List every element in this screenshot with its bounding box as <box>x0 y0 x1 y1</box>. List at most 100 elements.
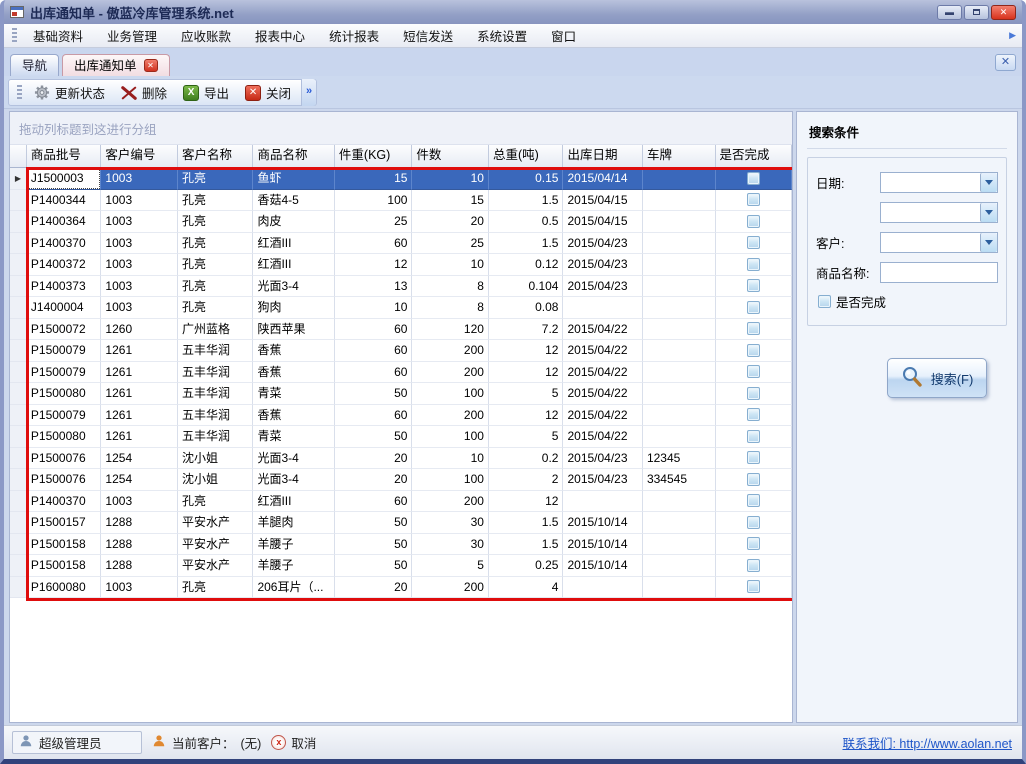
menu-item-business[interactable]: 业务管理 <box>95 23 169 48</box>
chevron-down-icon[interactable] <box>980 203 997 222</box>
date-to-combo[interactable] <box>880 202 998 223</box>
export-button[interactable]: X 导出 <box>175 80 237 105</box>
column-header-unit-weight[interactable]: 件重(KG) <box>335 145 413 168</box>
row-done-checkbox[interactable] <box>747 215 760 228</box>
product-name-input[interactable] <box>880 262 998 283</box>
chevron-down-icon[interactable] <box>980 233 997 252</box>
table-row[interactable]: P14003701003孔亮红酒III60251.52015/04/23 <box>10 233 792 255</box>
tab-close-icon[interactable]: ✕ <box>144 59 158 72</box>
menu-item-base-data[interactable]: 基础资料 <box>21 23 95 48</box>
close-tab-button[interactable]: ✕ 关闭 <box>237 80 299 105</box>
table-cell: P1500079 <box>27 340 102 362</box>
toolbar-grip[interactable] <box>17 85 22 100</box>
table-row[interactable]: ▶J15000031003孔亮鱼虾15100.152015/04/14 <box>10 168 792 190</box>
table-row[interactable]: P15000791261五丰华润香蕉60200122015/04/22 <box>10 362 792 384</box>
cancel-customer-button[interactable]: x 取消 <box>271 733 316 752</box>
row-done-checkbox[interactable] <box>747 430 760 443</box>
row-done-checkbox[interactable] <box>747 279 760 292</box>
update-status-button[interactable]: 更新状态 <box>26 80 113 105</box>
contact-us-link[interactable]: 联系我们: http://www.aolan.net <box>842 733 1012 752</box>
table-cell: 25 <box>412 233 489 255</box>
table-row[interactable]: P15000761254沈小姐光面3-420100.22015/04/23123… <box>10 448 792 470</box>
table-cell: P1500079 <box>27 405 102 427</box>
tabstrip-close-icon[interactable]: ✕ <box>995 54 1016 71</box>
table-row[interactable]: P15000761254沈小姐光面3-42010022015/04/233345… <box>10 469 792 491</box>
menu-item-report-center[interactable]: 报表中心 <box>243 23 317 48</box>
table-row[interactable]: P14003701003孔亮红酒III6020012 <box>10 491 792 513</box>
table-row[interactable]: P15001581288平安水产羊腰子50301.52015/10/14 <box>10 534 792 556</box>
chevron-down-icon[interactable] <box>980 173 997 192</box>
search-button[interactable]: 搜索(F) <box>887 358 987 398</box>
table-row[interactable]: P14003721003孔亮红酒III12100.122015/04/23 <box>10 254 792 276</box>
column-header-customer-name[interactable]: 客户名称 <box>178 145 254 168</box>
table-row[interactable]: P15001581288平安水产羊腰子5050.252015/10/14 <box>10 555 792 577</box>
column-header-total-weight[interactable]: 总重(吨) <box>489 145 564 168</box>
table-cell: 五丰华润 <box>178 405 254 427</box>
row-indicator <box>10 233 27 255</box>
row-done-checkbox[interactable] <box>747 559 760 572</box>
row-done-checkbox[interactable] <box>747 451 760 464</box>
menu-item-window[interactable]: 窗口 <box>539 23 588 48</box>
minimize-button[interactable]: ▬ <box>937 5 962 20</box>
column-header-batch[interactable]: 商品批号 <box>27 145 102 168</box>
table-cell: P1500076 <box>27 448 102 470</box>
toolbar-overflow-chevron-icon[interactable]: » <box>301 79 316 106</box>
column-header-product[interactable]: 商品名称 <box>253 145 334 168</box>
table-row[interactable]: P15000801261五丰华润青菜5010052015/04/22 <box>10 383 792 405</box>
customer-combo[interactable] <box>880 232 998 253</box>
table-row[interactable]: P15000791261五丰华润香蕉60200122015/04/22 <box>10 340 792 362</box>
date-from-combo[interactable] <box>880 172 998 193</box>
tab-outbound-notice[interactable]: 出库通知单 ✕ <box>62 54 170 76</box>
table-row[interactable]: P15000721260广州蓝格陕西苹果601207.22015/04/22 <box>10 319 792 341</box>
table-row[interactable]: P14003441003孔亮香菇4-5100151.52015/04/15 <box>10 190 792 212</box>
table-cell: 青菜 <box>253 426 334 448</box>
row-done-checkbox[interactable] <box>747 344 760 357</box>
table-cell <box>643 491 716 513</box>
table-row[interactable]: P15000801261五丰华润青菜5010052015/04/22 <box>10 426 792 448</box>
row-done-checkbox[interactable] <box>747 387 760 400</box>
gear-icon <box>34 85 50 101</box>
row-done-checkbox[interactable] <box>747 172 760 185</box>
row-done-checkbox[interactable] <box>747 301 760 314</box>
row-done-checkbox[interactable] <box>747 258 760 271</box>
table-cell <box>643 319 716 341</box>
delete-button[interactable]: 删除 <box>113 80 175 105</box>
row-done-checkbox[interactable] <box>747 580 760 593</box>
table-cell: 12 <box>489 362 564 384</box>
row-done-checkbox[interactable] <box>747 494 760 507</box>
column-header-customer-no[interactable]: 客户编号 <box>101 145 178 168</box>
tab-navigation[interactable]: 导航 <box>10 54 59 76</box>
done-filter-checkbox[interactable] <box>818 295 831 308</box>
row-indicator <box>10 211 27 233</box>
close-button[interactable]: ✕ <box>991 5 1016 20</box>
table-cell: 广州蓝格 <box>178 319 254 341</box>
row-done-checkbox[interactable] <box>747 537 760 550</box>
table-row[interactable]: P15001571288平安水产羊腿肉50301.52015/10/14 <box>10 512 792 534</box>
table-row[interactable]: P14003641003孔亮肉皮25200.52015/04/15 <box>10 211 792 233</box>
menu-overflow-arrow-icon[interactable]: ▶ <box>1009 30 1018 41</box>
row-done-checkbox[interactable] <box>747 322 760 335</box>
row-done-checkbox[interactable] <box>747 236 760 249</box>
table-row[interactable]: J14000041003孔亮狗肉1080.08 <box>10 297 792 319</box>
menu-item-sms[interactable]: 短信发送 <box>391 23 465 48</box>
row-done-checkbox[interactable] <box>747 365 760 378</box>
column-header-quantity[interactable]: 件数 <box>412 145 489 168</box>
table-row[interactable]: P15000791261五丰华润香蕉60200122015/04/22 <box>10 405 792 427</box>
table-cell: 60 <box>335 491 413 513</box>
column-header-plate[interactable]: 车牌 <box>643 145 716 168</box>
column-header-done[interactable]: 是否完成 <box>716 145 793 168</box>
table-cell: 10 <box>335 297 413 319</box>
row-done-checkbox[interactable] <box>747 408 760 421</box>
menu-item-receivables[interactable]: 应收账款 <box>169 23 243 48</box>
menu-item-statistics[interactable]: 统计报表 <box>317 23 391 48</box>
column-header-date[interactable]: 出库日期 <box>563 145 642 168</box>
table-row[interactable]: P14003731003孔亮光面3-41380.1042015/04/23 <box>10 276 792 298</box>
row-done-checkbox[interactable] <box>747 516 760 529</box>
table-cell: 鱼虾 <box>253 168 334 190</box>
menu-item-settings[interactable]: 系统设置 <box>465 23 539 48</box>
row-done-checkbox[interactable] <box>747 473 760 486</box>
table-row[interactable]: P16000801003孔亮206耳片（...202004 <box>10 577 792 599</box>
groupby-drop-zone[interactable]: 拖动列标题到这进行分组 <box>10 112 792 145</box>
row-done-checkbox[interactable] <box>747 193 760 206</box>
maximize-button[interactable] <box>964 5 989 20</box>
